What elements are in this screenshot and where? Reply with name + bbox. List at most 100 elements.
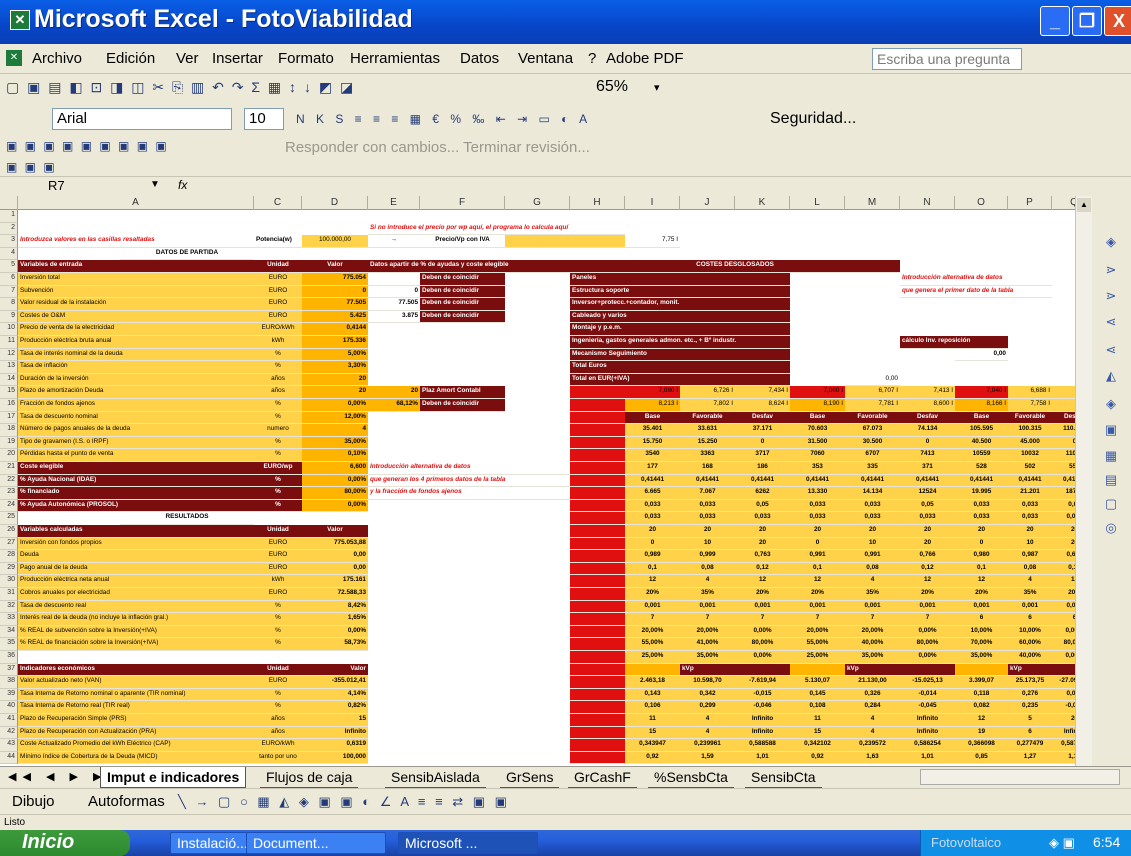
menu-adobe-pdf[interactable]: Adobe PDF — [606, 50, 684, 67]
row-header[interactable]: 11 — [0, 336, 18, 349]
cell-o25[interactable]: 0,033 — [955, 512, 1008, 525]
cell-p22[interactable]: 0,41441 — [1008, 474, 1052, 488]
cell-d26[interactable]: Valor — [302, 525, 368, 538]
row-header[interactable]: 39 — [0, 688, 18, 702]
cell-a30[interactable]: Producción eléctrica neta anual — [18, 575, 254, 588]
review-toolbar-icons[interactable]: ▣ ▣ ▣ ▣ ▣ ▣ ▣ ▣ ▣ — [6, 139, 169, 153]
cell-k21[interactable]: 186 — [735, 462, 790, 475]
cell-d38[interactable]: -355.012,41 — [302, 676, 368, 689]
cell-c26[interactable]: Unidad — [254, 525, 302, 538]
cell-f7[interactable]: Deben de coincidir — [420, 285, 505, 299]
font-size-combo[interactable]: 10 — [244, 108, 284, 130]
cell-n15[interactable]: 7,413 I — [900, 386, 955, 399]
cell-l24[interactable]: 0,033 — [790, 499, 845, 513]
cell-c14[interactable]: años — [254, 373, 302, 387]
cell-a37[interactable]: Indicadores económicos — [18, 663, 254, 677]
cell-k17[interactable]: Desfav — [735, 411, 790, 425]
cell-k36[interactable]: 0,00% — [735, 651, 790, 664]
drawing-tool-icons[interactable]: ╲ → ▢ ○ ▦ ◭ ◈ ▣ ▣ ◐ ∠ A ≡ ≡ ⇄ ▣ ▣ — [178, 794, 510, 810]
cell-e5[interactable]: Datos apartir de % de ayudas y coste ele… — [368, 260, 570, 273]
cell-p17[interactable]: Favorable — [1008, 411, 1052, 425]
cell-c42[interactable]: años — [254, 726, 302, 740]
cell-k24[interactable]: 0,05 — [735, 499, 790, 513]
cell-k39[interactable]: -0,015 — [735, 688, 790, 702]
cell-i42[interactable]: 15 — [625, 726, 680, 740]
cell-m26[interactable]: 20 — [845, 525, 900, 538]
cell-o38[interactable]: 3.399,07 — [955, 676, 1008, 689]
cell-l31[interactable]: 20% — [790, 588, 845, 601]
cell-a44[interactable]: Mínimo índice de Cobertura de la Deuda (… — [18, 751, 254, 765]
row-header[interactable]: 29 — [0, 562, 18, 576]
cell-d27[interactable]: 775.053,88 — [302, 537, 368, 551]
cell-a19[interactable]: Tipo de gravamen (I.S. o IRPF) — [18, 436, 254, 450]
menu-ventana[interactable]: Ventana — [518, 50, 573, 67]
cell-l21[interactable]: 353 — [790, 462, 845, 475]
cell-n38[interactable]: -15.025,13 — [900, 676, 955, 689]
side-tool-icon[interactable]: ⋗ — [1102, 262, 1120, 280]
tab-flujos-de-caja[interactable]: Flujos de caja — [260, 767, 359, 788]
row-header[interactable]: 14 — [0, 373, 18, 387]
cell-l20[interactable]: 7060 — [790, 449, 845, 462]
cell-h5[interactable]: COSTES DESGLOSADOS — [570, 260, 900, 273]
cell-m31[interactable]: 35% — [845, 588, 900, 601]
cell-m29[interactable]: 0,08 — [845, 562, 900, 576]
side-tool-icon[interactable]: ◈ — [1102, 396, 1120, 414]
cell-l22[interactable]: 0,41441 — [790, 474, 845, 488]
cell-a11[interactable]: Producción eléctrica bruta anual — [18, 336, 254, 349]
cell-i16[interactable]: 8,213 I — [625, 399, 680, 412]
cell-c29[interactable]: EURO — [254, 562, 302, 576]
cell-a39[interactable]: Tasa Interna de Retorno nominal o aparen… — [18, 688, 254, 702]
cell-p34[interactable]: 10,00% — [1008, 625, 1052, 639]
row-header[interactable]: 17 — [0, 411, 18, 425]
cell-d20[interactable]: 0,10% — [302, 449, 368, 462]
cell-d11[interactable]: 175.336 — [302, 336, 368, 349]
cell-m16[interactable]: 7,781 I — [845, 399, 900, 412]
cell-d16[interactable]: 0,00% — [302, 399, 368, 412]
cell-l28[interactable]: 0,991 — [790, 550, 845, 563]
cell-c12[interactable]: % — [254, 348, 302, 362]
cell-i43[interactable]: 0,343947 — [625, 739, 680, 752]
cell-d32[interactable]: 8,42% — [302, 600, 368, 614]
cell-a12[interactable]: Tasa de interés nominal de la deuda — [18, 348, 254, 362]
cell-p39[interactable]: 0,276 — [1008, 688, 1052, 702]
cell-c43[interactable]: EURO/kWh — [254, 739, 302, 752]
cell-c21[interactable]: EURO/wp — [254, 462, 302, 475]
cell-p37[interactable]: kVp — [1008, 663, 1052, 677]
cell-p18[interactable]: 100.315 — [1008, 424, 1052, 437]
row-header[interactable]: 22 — [0, 474, 18, 488]
menu-formato[interactable]: Formato — [278, 50, 334, 67]
cell-a42[interactable]: Plazo de Recuperación con Actualización … — [18, 726, 254, 740]
row-header[interactable]: 38 — [0, 676, 18, 689]
cell-k29[interactable]: 0,12 — [735, 562, 790, 576]
cell-h8[interactable]: Inversor+protecc.+contador, monit. — [570, 298, 790, 311]
cell-n33[interactable]: 7 — [900, 613, 955, 626]
cell-m14[interactable]: 0,00 — [845, 374, 900, 387]
cell-e9[interactable]: 3.875 — [368, 311, 420, 324]
cell-m20[interactable]: 6707 — [845, 449, 900, 462]
cell-o41[interactable]: 12 — [955, 714, 1008, 727]
menu-help[interactable]: ? — [588, 50, 596, 67]
cell-n11[interactable]: cálculo Inv. reposición — [900, 336, 1008, 349]
cell-q26[interactable]: 20 — [1052, 525, 1075, 538]
cell-q20[interactable]: 11087 — [1052, 449, 1075, 462]
cell-p25[interactable]: 0,033 — [1008, 512, 1052, 525]
cell-d3[interactable]: 100.000,00 — [302, 235, 368, 248]
cell-e3[interactable]: → — [368, 235, 420, 248]
cell-c9[interactable]: EURO — [254, 310, 302, 324]
menu-ver[interactable]: Ver — [176, 50, 199, 67]
cell-m30[interactable]: 4 — [845, 575, 900, 588]
column-header-k[interactable]: K — [735, 196, 790, 210]
review-reply-text[interactable]: Responder con cambios... Terminar revisi… — [285, 139, 590, 156]
cell-i19[interactable]: 15.750 — [625, 436, 680, 450]
cell-a6[interactable]: Inversión total — [18, 273, 254, 286]
cell-k35[interactable]: 80,00% — [735, 638, 790, 651]
cell-k34[interactable]: 0,00% — [735, 625, 790, 639]
cell-j33[interactable]: 7 — [680, 613, 735, 626]
cell-o22[interactable]: 0,41441 — [955, 474, 1008, 488]
cell-e21[interactable]: Introducción alternativa de datos — [368, 462, 570, 475]
minimize-button[interactable]: _ — [1040, 6, 1070, 36]
column-header-p[interactable]: P — [1008, 196, 1052, 210]
cell-k40[interactable]: -0,046 — [735, 701, 790, 714]
cell-i22[interactable]: 0,41441 — [625, 474, 680, 488]
cell-i33[interactable]: 7 — [625, 613, 680, 626]
